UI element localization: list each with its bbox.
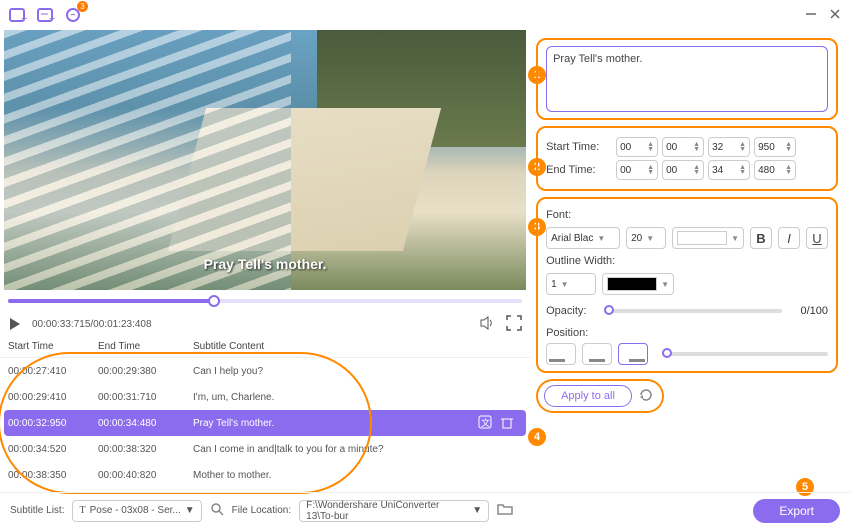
- search-icon[interactable]: [210, 502, 224, 519]
- bold-button[interactable]: B: [750, 227, 772, 249]
- end-m[interactable]: 00▲▼: [662, 160, 704, 180]
- font-label: Font:: [546, 209, 828, 221]
- position-left[interactable]: [546, 343, 576, 365]
- timeline[interactable]: [0, 290, 530, 312]
- col-start: Start Time: [8, 341, 98, 352]
- outline-label: Outline Width:: [546, 255, 828, 267]
- start-h[interactable]: 00▲▼: [616, 137, 658, 157]
- minimize-icon[interactable]: [804, 7, 818, 24]
- subtitle-list-label: Subtitle List:: [10, 505, 64, 516]
- font-name-select[interactable]: Arial Blac▼: [546, 227, 620, 249]
- table-row[interactable]: 00:00:32:95000:00:34:480Pray Tell's moth…: [4, 410, 526, 436]
- apply-box: Apply to all: [536, 379, 664, 413]
- col-end: End Time: [98, 341, 193, 352]
- footer: Subtitle List: TPose - 03x08 - Ser...▼ F…: [0, 492, 850, 528]
- start-s[interactable]: 32▲▼: [708, 137, 750, 157]
- subtitle-table-header: Start Time End Time Subtitle Content: [0, 336, 530, 358]
- delete-icon[interactable]: [500, 415, 514, 432]
- callout-marker: 4: [528, 428, 546, 446]
- file-location-select[interactable]: F:\Wondershare UniConverter 13\To-bur▼: [299, 500, 489, 522]
- reset-icon[interactable]: [638, 387, 656, 405]
- subtitle-overlay: Pray Tell's mother.: [4, 256, 526, 272]
- svg-text:+: +: [21, 13, 27, 24]
- outline-color-select[interactable]: ▼: [602, 273, 674, 295]
- end-ms[interactable]: 480▲▼: [754, 160, 796, 180]
- playhead[interactable]: [208, 295, 220, 307]
- end-s[interactable]: 34▲▼: [708, 160, 750, 180]
- add-subtitle-icon[interactable]: +: [36, 5, 56, 25]
- style-box: Font: Arial Blac▼ 20▼ ▼ B I U Outline Wi…: [536, 197, 838, 373]
- svg-text:文: 文: [481, 417, 490, 428]
- auto-subtitle-icon[interactable]: 3: [64, 5, 84, 25]
- position-right[interactable]: [618, 343, 648, 365]
- table-row[interactable]: 00:00:38:35000:00:40:820Mother to mother…: [4, 462, 526, 488]
- volume-icon[interactable]: [480, 315, 496, 334]
- end-h[interactable]: 00▲▼: [616, 160, 658, 180]
- col-content: Subtitle Content: [193, 341, 522, 352]
- position-label: Position:: [546, 327, 828, 339]
- start-time-label: Start Time:: [546, 141, 614, 153]
- folder-icon[interactable]: [497, 502, 513, 519]
- table-row[interactable]: 00:00:29:41000:00:31:710I'm, um, Charlen…: [4, 384, 526, 410]
- play-button[interactable]: [8, 317, 22, 331]
- opacity-value: 0/100: [788, 305, 828, 317]
- opacity-slider[interactable]: [604, 309, 782, 313]
- file-location-label: File Location:: [232, 505, 291, 516]
- badge: 3: [77, 1, 88, 12]
- close-icon[interactable]: [828, 7, 842, 24]
- subtitle-rows: 00:00:27:41000:00:29:380Can I help you? …: [0, 358, 530, 488]
- subtitle-text-input[interactable]: Pray Tell's mother.: [546, 46, 828, 112]
- italic-button[interactable]: I: [778, 227, 800, 249]
- position-center[interactable]: [582, 343, 612, 365]
- position-slider[interactable]: [662, 352, 828, 356]
- time-box: Start Time: 00▲▼ 00▲▼ 32▲▼ 950▲▼ End Tim…: [536, 126, 838, 191]
- start-m[interactable]: 00▲▼: [662, 137, 704, 157]
- subtitle-text-box: Pray Tell's mother.: [536, 38, 838, 120]
- add-video-icon[interactable]: +: [8, 5, 28, 25]
- video-preview[interactable]: Pray Tell's mother.: [4, 30, 526, 290]
- underline-button[interactable]: U: [806, 227, 828, 249]
- end-time-label: End Time:: [546, 164, 614, 176]
- svg-text:+: +: [49, 13, 55, 24]
- opacity-label: Opacity:: [546, 305, 598, 317]
- fullscreen-icon[interactable]: [506, 315, 522, 334]
- outline-width-select[interactable]: 1▼: [546, 273, 596, 295]
- subtitle-list-select[interactable]: TPose - 03x08 - Ser...▼: [72, 500, 201, 522]
- font-color-select[interactable]: ▼: [672, 227, 744, 249]
- font-size-select[interactable]: 20▼: [626, 227, 666, 249]
- apply-to-all-button[interactable]: Apply to all: [544, 385, 632, 407]
- export-button[interactable]: Export: [753, 499, 840, 523]
- table-row[interactable]: 00:00:27:41000:00:29:380Can I help you?: [4, 358, 526, 384]
- table-row[interactable]: 00:00:34:52000:00:38:320Can I come in an…: [4, 436, 526, 462]
- top-toolbar: + + 3: [0, 0, 850, 30]
- translate-icon[interactable]: 文: [478, 415, 492, 432]
- start-ms[interactable]: 950▲▼: [754, 137, 796, 157]
- playback-time: 00:00:33:715/00:01:23:408: [32, 319, 152, 330]
